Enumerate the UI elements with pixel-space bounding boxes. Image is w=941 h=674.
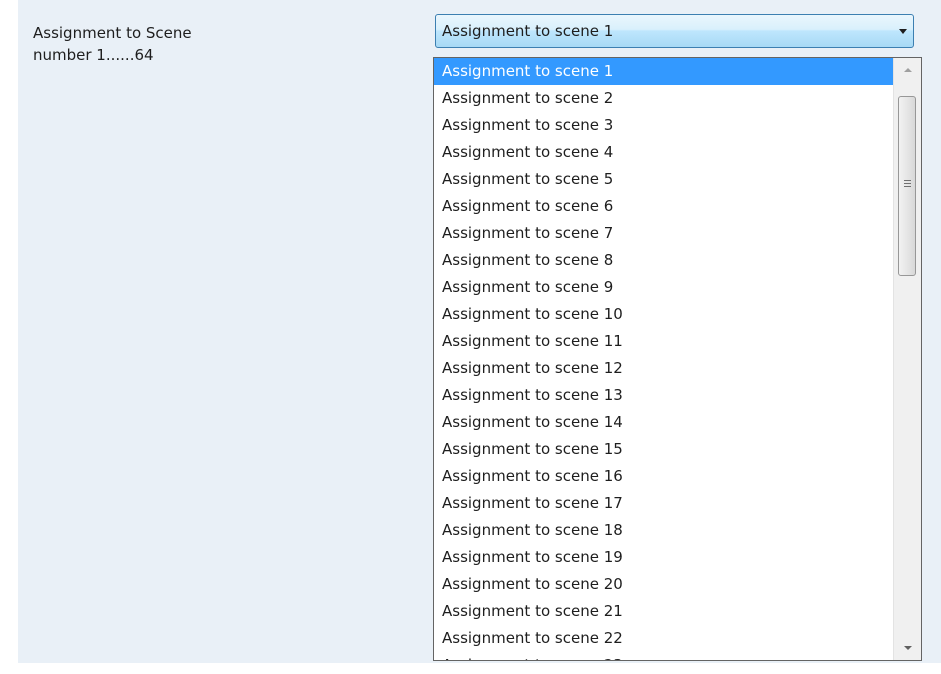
dropdown-option[interactable]: Assignment to scene 16 — [434, 463, 893, 490]
grip-icon — [904, 180, 911, 189]
dropdown-option[interactable]: Assignment to scene 4 — [434, 139, 893, 166]
dropdown-option[interactable]: Assignment to scene 1 — [434, 58, 893, 85]
dropdown-option[interactable]: Assignment to scene 7 — [434, 220, 893, 247]
dropdown-option[interactable]: Assignment to scene 12 — [434, 355, 893, 382]
dropdown-option[interactable]: Assignment to scene 9 — [434, 274, 893, 301]
dropdown-options[interactable]: Assignment to scene 1 Assignment to scene… — [434, 58, 893, 660]
dropdown-option[interactable]: Assignment to scene 15 — [434, 436, 893, 463]
dropdown-option[interactable]: Assignment to scene 23 — [434, 652, 893, 660]
scroll-down-button[interactable] — [894, 636, 921, 660]
combobox-selected-value: Assignment to scene 1 — [442, 22, 614, 40]
dropdown-option[interactable]: Assignment to scene 18 — [434, 517, 893, 544]
dropdown-option[interactable]: Assignment to scene 2 — [434, 85, 893, 112]
parameter-label-line1: Assignment to Scene — [33, 24, 192, 42]
dropdown-option[interactable]: Assignment to scene 5 — [434, 166, 893, 193]
dropdown-option[interactable]: Assignment to scene 3 — [434, 112, 893, 139]
scroll-down-arrow-icon — [904, 646, 912, 650]
dropdown-option[interactable]: Assignment to scene 8 — [434, 247, 893, 274]
dropdown-option[interactable]: Assignment to scene 6 — [434, 193, 893, 220]
dropdown-option[interactable]: Assignment to scene 19 — [434, 544, 893, 571]
scene-assignment-combobox[interactable]: Assignment to scene 1 — [435, 14, 914, 48]
dropdown-option[interactable]: Assignment to scene 22 — [434, 625, 893, 652]
dropdown-option[interactable]: Assignment to scene 10 — [434, 301, 893, 328]
chevron-down-icon[interactable] — [899, 29, 907, 34]
dropdown-option[interactable]: Assignment to scene 11 — [434, 328, 893, 355]
scene-assignment-dropdown-list[interactable]: Assignment to scene 1 Assignment to scene… — [433, 57, 922, 661]
parameter-label: Assignment to Scene number 1......64 — [33, 22, 263, 66]
dropdown-scrollbar[interactable] — [893, 58, 921, 660]
dropdown-option[interactable]: Assignment to scene 21 — [434, 598, 893, 625]
parameter-label-line2: number 1......64 — [33, 46, 154, 64]
scroll-up-arrow-icon — [904, 68, 912, 72]
dropdown-option[interactable]: Assignment to scene 20 — [434, 571, 893, 598]
dropdown-option[interactable]: Assignment to scene 14 — [434, 409, 893, 436]
dropdown-option[interactable]: Assignment to scene 17 — [434, 490, 893, 517]
scroll-up-button[interactable] — [894, 58, 921, 82]
dropdown-option[interactable]: Assignment to scene 13 — [434, 382, 893, 409]
scrollbar-thumb[interactable] — [898, 96, 916, 276]
